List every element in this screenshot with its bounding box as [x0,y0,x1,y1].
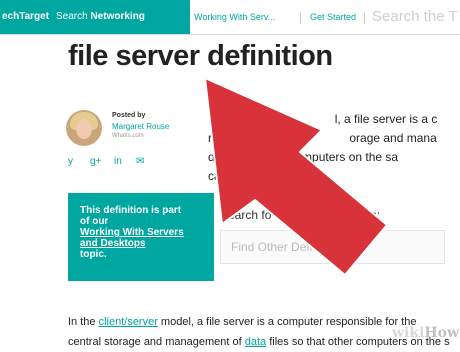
definition-intro: In t l, a file server is a c resp orage an… [208,112,438,183]
linkedin-icon[interactable]: in [114,156,122,167]
topic-link-line2[interactable]: and Desktops [80,238,206,249]
section-prefix: Search [56,11,88,22]
author-avatar[interactable] [66,110,102,146]
topic-box-line1: This definition is part [80,205,182,216]
breadcrumb-working-with-servers[interactable]: Working With Serv... [194,0,275,34]
author-org: WhatIs.com [112,133,144,139]
data-link[interactable]: data [245,336,266,348]
posted-by-label: Posted by [112,112,146,119]
wikihow-watermark: wikiHow [392,325,460,341]
topic-box-line2: of our [80,216,109,227]
breadcrumb-get-started[interactable]: Get Started [310,0,356,34]
breadcrumb-divider [300,12,301,24]
google-plus-icon[interactable]: g+ [90,156,101,167]
topic-definition-box: This definition is part of our Working W… [68,193,214,281]
search-other-label: Search fo other d s: [220,208,381,222]
techtarget-logo[interactable]: echTarget [0,0,50,34]
page-title: file server definition [68,40,333,72]
twitter-icon[interactable]: y [68,156,73,167]
top-navigation-bar: echTarget Search Networking Working With… [0,0,460,35]
section-name: Networking [90,11,145,22]
topic-link-line1[interactable]: Working With Servers [80,227,206,238]
author-link[interactable]: Margaret Rouse [112,122,169,131]
topic-box-line3: topic. [80,249,107,260]
find-definitions-input[interactable]: Find Other Definitions [220,230,445,264]
search-divider [364,12,365,24]
email-icon[interactable]: ✉ [136,156,144,167]
client-server-link[interactable]: client/server [99,316,158,328]
site-section-logo[interactable]: Search Networking [50,0,190,34]
site-search-input[interactable]: Search the T [372,4,460,30]
